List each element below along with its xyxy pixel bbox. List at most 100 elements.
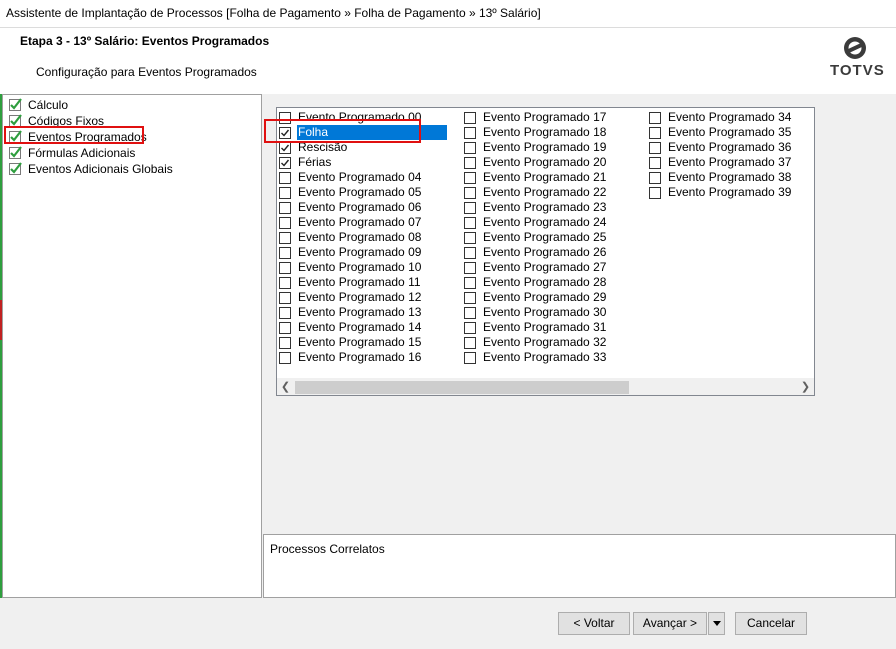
event-item[interactable]: Evento Programado 33 [464, 350, 607, 365]
event-item[interactable]: Evento Programado 09 [279, 245, 447, 260]
event-item[interactable]: Evento Programado 22 [464, 185, 607, 200]
event-checkbox[interactable] [464, 261, 476, 274]
event-item[interactable]: Evento Programado 26 [464, 245, 607, 260]
event-checkbox[interactable] [279, 231, 291, 244]
event-item[interactable]: Evento Programado 23 [464, 200, 607, 215]
event-checkbox[interactable] [464, 141, 476, 154]
next-button[interactable]: Avançar > [633, 612, 707, 635]
tree-item[interactable]: Eventos Adicionais Globais [9, 161, 173, 176]
event-checkbox[interactable] [279, 186, 291, 199]
event-checkbox[interactable] [279, 261, 291, 274]
event-checkbox[interactable] [464, 111, 476, 124]
event-item[interactable]: Evento Programado 15 [279, 335, 447, 350]
event-checkbox[interactable] [279, 321, 291, 334]
event-checkbox[interactable] [649, 156, 661, 169]
event-checkbox[interactable] [279, 306, 291, 319]
event-item[interactable]: Evento Programado 11 [279, 275, 447, 290]
scroll-right-icon[interactable]: ❯ [797, 379, 814, 395]
tree-item[interactable]: Eventos Programados [9, 129, 147, 144]
event-item[interactable]: Evento Programado 20 [464, 155, 607, 170]
event-item[interactable]: Evento Programado 13 [279, 305, 447, 320]
event-item[interactable]: Evento Programado 06 [279, 200, 447, 215]
event-item[interactable]: Evento Programado 04 [279, 170, 447, 185]
event-checkbox[interactable] [649, 141, 661, 154]
event-item[interactable]: Evento Programado 35 [649, 125, 792, 140]
event-item[interactable]: Evento Programado 00 [279, 110, 447, 125]
tree-item[interactable]: Fórmulas Adicionais [9, 145, 135, 160]
event-item[interactable]: Evento Programado 05 [279, 185, 447, 200]
event-item[interactable]: Evento Programado 36 [649, 140, 792, 155]
event-item[interactable]: Evento Programado 39 [649, 185, 792, 200]
cancel-button[interactable]: Cancelar [735, 612, 807, 635]
event-checkbox[interactable] [464, 171, 476, 184]
event-checkbox[interactable] [464, 231, 476, 244]
event-checkbox[interactable] [464, 246, 476, 259]
event-checkbox[interactable] [279, 246, 291, 259]
event-item[interactable]: Evento Programado 37 [649, 155, 792, 170]
event-item[interactable]: Folha [279, 125, 447, 140]
event-checkbox[interactable] [279, 216, 291, 229]
event-item[interactable]: Rescisão [279, 140, 447, 155]
events-checklist[interactable]: Evento Programado 00 Folha Rescisão Férias E… [276, 107, 815, 396]
event-item[interactable]: Evento Programado 32 [464, 335, 607, 350]
event-checkbox[interactable] [464, 306, 476, 319]
scroll-left-icon[interactable]: ❮ [277, 379, 294, 395]
event-checkbox[interactable] [279, 336, 291, 349]
event-checkbox[interactable] [649, 111, 661, 124]
event-item[interactable]: Evento Programado 08 [279, 230, 447, 245]
event-checkbox[interactable] [464, 291, 476, 304]
event-checkbox[interactable] [279, 111, 291, 124]
event-checkbox[interactable] [464, 126, 476, 139]
event-checkbox[interactable] [279, 156, 291, 169]
event-checkbox[interactable] [279, 276, 291, 289]
event-label: Evento Programado 39 [668, 185, 792, 199]
back-button[interactable]: < Voltar [558, 612, 630, 635]
event-checkbox[interactable] [464, 156, 476, 169]
event-checkbox[interactable] [464, 351, 476, 364]
event-checkbox[interactable] [649, 126, 661, 139]
event-checkbox[interactable] [649, 186, 661, 199]
event-item[interactable]: Evento Programado 24 [464, 215, 607, 230]
event-item[interactable]: Evento Programado 10 [279, 260, 447, 275]
event-checkbox[interactable] [464, 186, 476, 199]
scrollbar-thumb[interactable] [295, 381, 629, 394]
event-item[interactable]: Evento Programado 34 [649, 110, 792, 125]
tree-item[interactable]: Cálculo [9, 97, 68, 112]
event-item[interactable]: Férias [279, 155, 447, 170]
event-checkbox[interactable] [464, 216, 476, 229]
event-item[interactable]: Evento Programado 31 [464, 320, 607, 335]
event-item[interactable]: Evento Programado 07 [279, 215, 447, 230]
event-item[interactable]: Evento Programado 21 [464, 170, 607, 185]
events-panel: Evento Programado 00 Folha Rescisão Férias E… [263, 94, 896, 534]
event-item[interactable]: Evento Programado 17 [464, 110, 607, 125]
event-checkbox[interactable] [464, 321, 476, 334]
next-dropdown-button[interactable] [708, 612, 725, 635]
event-label: Evento Programado 27 [483, 260, 607, 274]
event-item[interactable]: Evento Programado 18 [464, 125, 607, 140]
event-item[interactable]: Evento Programado 19 [464, 140, 607, 155]
event-checkbox[interactable] [279, 141, 291, 154]
horizontal-scrollbar[interactable]: ❮ ❯ [277, 378, 814, 395]
event-checkbox[interactable] [464, 201, 476, 214]
event-item[interactable]: Evento Programado 29 [464, 290, 607, 305]
event-item[interactable]: Evento Programado 25 [464, 230, 607, 245]
event-checkbox[interactable] [279, 351, 291, 364]
event-item[interactable]: Evento Programado 27 [464, 260, 607, 275]
event-checkbox[interactable] [464, 276, 476, 289]
tree-item[interactable]: Códigos Fixos [9, 113, 104, 128]
green-check-icon [9, 114, 22, 127]
event-item[interactable]: Evento Programado 28 [464, 275, 607, 290]
event-item[interactable]: Evento Programado 14 [279, 320, 447, 335]
event-item[interactable]: Evento Programado 38 [649, 170, 792, 185]
event-checkbox[interactable] [279, 201, 291, 214]
event-item[interactable]: Evento Programado 12 [279, 290, 447, 305]
event-checkbox[interactable] [279, 126, 291, 139]
event-label: Evento Programado 34 [668, 110, 792, 124]
event-checkbox[interactable] [464, 336, 476, 349]
event-label: Evento Programado 06 [298, 200, 422, 214]
event-checkbox[interactable] [279, 171, 291, 184]
event-item[interactable]: Evento Programado 16 [279, 350, 447, 365]
event-checkbox[interactable] [279, 291, 291, 304]
event-checkbox[interactable] [649, 171, 661, 184]
event-item[interactable]: Evento Programado 30 [464, 305, 607, 320]
